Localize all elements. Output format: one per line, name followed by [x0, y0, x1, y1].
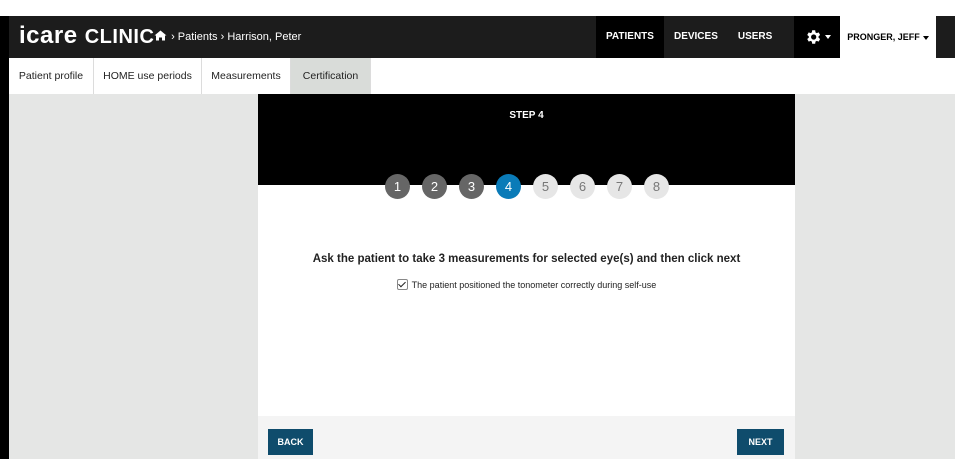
brand-logo[interactable]: icare CLINIC	[19, 22, 154, 50]
step-4: 4	[496, 174, 521, 199]
back-button[interactable]: BACK	[268, 429, 313, 455]
tab-home-use-periods[interactable]: HOME use periods	[94, 58, 202, 94]
window-top-edge	[0, 0, 955, 16]
logo-text: icare	[19, 22, 78, 49]
tab-measurements[interactable]: Measurements	[202, 58, 291, 94]
wizard-header: STEP 4	[258, 94, 795, 185]
step-5: 5	[533, 174, 558, 199]
tab-patient-profile[interactable]: Patient profile	[9, 58, 94, 94]
breadcrumb-separator: ›	[220, 31, 225, 43]
tab-certification[interactable]: Certification	[291, 58, 371, 94]
step-title: STEP 4	[509, 110, 544, 121]
settings-dropdown[interactable]	[794, 16, 840, 58]
positioning-checkbox[interactable]	[396, 279, 408, 290]
step-8: 8	[644, 174, 669, 199]
chevron-down-icon	[922, 35, 929, 40]
nav-users[interactable]: USERS	[728, 16, 782, 58]
instruction-text: Ask the patient to take 3 measurements f…	[312, 253, 741, 265]
step-indicator: 1 2 3 4 5 6 7 8	[385, 174, 669, 199]
gear-icon	[807, 30, 821, 44]
patient-tabs: Patient profile HOME use periods Measure…	[9, 58, 955, 95]
main-nav: PATIENTS DEVICES USERS	[596, 16, 782, 58]
nav-patients[interactable]: PATIENTS	[596, 16, 664, 58]
next-button[interactable]: NEXT	[737, 429, 784, 455]
nav-devices[interactable]: DEVICES	[664, 16, 728, 58]
breadcrumb-separator: ›	[171, 31, 175, 43]
step-2: 2	[422, 174, 447, 199]
positioning-check: The patient positioned the tonometer cor…	[258, 279, 795, 290]
step-7: 7	[607, 174, 632, 199]
user-menu[interactable]: PRONGER, JEFF	[840, 16, 936, 58]
step-1: 1	[385, 174, 410, 199]
window-left-edge	[0, 16, 9, 459]
chevron-down-icon	[825, 35, 831, 39]
user-name: PRONGER, JEFF	[847, 32, 920, 42]
breadcrumb: › Patients › Harrison, Peter	[154, 30, 301, 44]
certification-wizard: STEP 4 1 2 3 4 5 6 7 8 Ask the patient t…	[258, 94, 795, 459]
logo-suffix: CLINIC	[84, 26, 155, 48]
top-navbar: icare CLINIC › Patients › Harrison, Pete…	[9, 16, 955, 58]
step-6: 6	[570, 174, 595, 199]
breadcrumb-patient-name: Harrison, Peter	[227, 31, 302, 43]
breadcrumb-patients[interactable]: Patients	[178, 31, 218, 43]
app-window: icare CLINIC › Patients › Harrison, Pete…	[0, 0, 955, 459]
checkbox-label[interactable]: The patient positioned the tonometer cor…	[412, 280, 657, 290]
step-3: 3	[459, 174, 484, 199]
wizard-footer: BACK NEXT	[258, 416, 795, 459]
home-icon[interactable]	[154, 30, 168, 44]
